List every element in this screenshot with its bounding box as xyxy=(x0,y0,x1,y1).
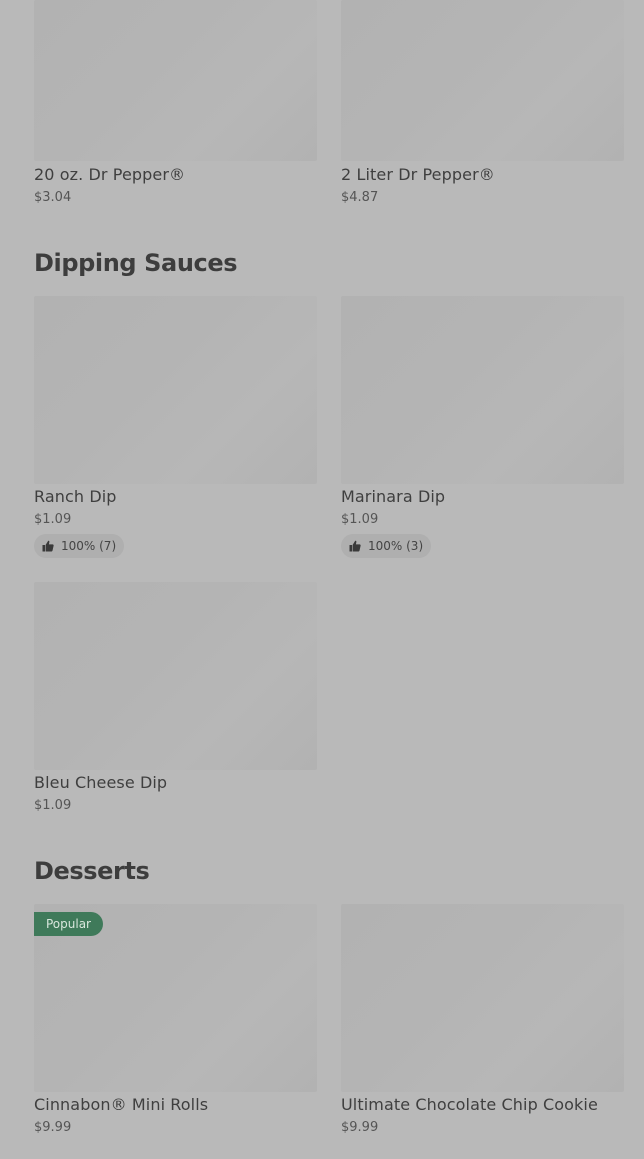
menu-item-card[interactable]: 20 oz. Dr Pepper® $3.04 xyxy=(34,0,317,205)
menu-item-card[interactable]: 2 Liter Dr Pepper® $4.87 xyxy=(341,0,624,205)
rating-badge: 100% (3) xyxy=(341,534,432,558)
menu-item-name: 2 Liter Dr Pepper® xyxy=(341,165,495,184)
rating-badge: 100% (7) xyxy=(34,534,125,558)
popular-badge: Popular xyxy=(34,912,103,936)
menu-item-name: Bleu Cheese Dip xyxy=(34,773,168,792)
menu-item-price: $1.09 xyxy=(341,512,379,527)
menu-item-price: $1.09 xyxy=(34,798,72,813)
menu-item-image xyxy=(34,296,317,484)
menu-item-image xyxy=(34,0,317,161)
menu-item-name: Ultimate Chocolate Chip Cookie xyxy=(341,1095,598,1114)
thumbs-up-icon xyxy=(42,540,54,552)
menu-item-name: 20 oz. Dr Pepper® xyxy=(34,165,186,184)
menu-item-price: $1.09 xyxy=(34,512,72,527)
menu-item-price: $9.99 xyxy=(341,1120,379,1135)
menu-item-name: Marinara Dip xyxy=(341,487,446,506)
rating-text: 100% (3) xyxy=(368,539,424,553)
section-title-desserts: Desserts xyxy=(34,857,150,885)
menu-item-image xyxy=(341,0,624,161)
menu-item-card[interactable]: Marinara Dip $1.09 100% (3) xyxy=(341,296,624,558)
section-title-dipping-sauces: Dipping Sauces xyxy=(34,249,238,277)
menu-item-image: Popular xyxy=(34,904,317,1092)
menu-item-name: Cinnabon® Mini Rolls xyxy=(34,1095,209,1114)
menu-item-image xyxy=(341,904,624,1092)
menu-item-card[interactable]: Ranch Dip $1.09 100% (7) xyxy=(34,296,317,558)
menu-item-price: $3.04 xyxy=(34,190,72,205)
menu-item-card[interactable]: Bleu Cheese Dip $1.09 xyxy=(34,582,317,813)
menu-item-card[interactable]: Ultimate Chocolate Chip Cookie $9.99 xyxy=(341,904,624,1135)
menu-item-card[interactable]: Popular Cinnabon® Mini Rolls $9.99 xyxy=(34,904,317,1135)
thumbs-up-icon xyxy=(349,540,361,552)
menu-item-price: $4.87 xyxy=(341,190,379,205)
menu-item-price: $9.99 xyxy=(34,1120,72,1135)
menu-item-image xyxy=(34,582,317,770)
rating-text: 100% (7) xyxy=(61,539,117,553)
menu-item-name: Ranch Dip xyxy=(34,487,117,506)
menu-item-image xyxy=(341,296,624,484)
